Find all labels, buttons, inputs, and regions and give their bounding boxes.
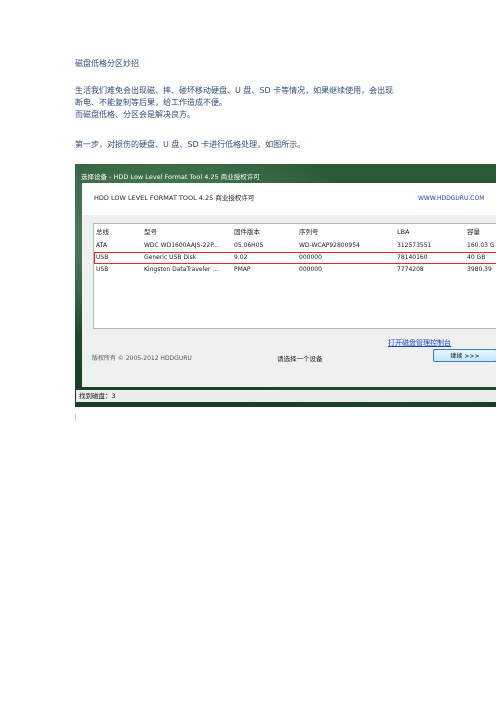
table-cell: USB xyxy=(96,266,109,273)
table-cell: WD-WCAP92800954 xyxy=(299,242,360,249)
dialog-header: HDD LOW LEVEL FORMAT TOOL 4.25 商业授权许可 WW… xyxy=(82,183,496,215)
embedded-screenshot: 选择设备 - HDD Low Level Format Tool 4.25 商业… xyxy=(75,164,496,407)
column-header-serial: 序列号 xyxy=(299,228,319,236)
table-cell: 000000 xyxy=(299,254,322,261)
table-row-selected[interactable]: USB Generic USB Disk 9.02 000000 7814016… xyxy=(94,252,496,264)
device-table: 总线 型号 固件版本 序列号 LBA 容量 ATA WDC WD1600AAJS… xyxy=(93,223,496,329)
page: { "document": { "title": "磁盘低格分区妙招", "in… xyxy=(0,0,496,702)
app-title: HDD LOW LEVEL FORMAT TOOL 4.25 商业授权许可 xyxy=(94,194,255,202)
window-title: 选择设备 - HDD Low Level Format Tool 4.25 商业… xyxy=(81,173,260,181)
table-cell: 7774208 xyxy=(397,266,424,273)
column-header-model: 型号 xyxy=(144,228,157,236)
status-text: 找到磁盘：3 xyxy=(79,392,116,400)
intro-paragraph: 生活我们难免会出现磁、摔、碰坏移动硬盘、U 盘、SD 卡等情况，如果继续使用，会… xyxy=(75,85,393,121)
table-cell: 78140160 xyxy=(397,254,428,261)
disk-management-console-link[interactable]: 打开磁盘管理控制台 xyxy=(388,338,451,348)
column-header-bus: 总线 xyxy=(96,228,109,236)
continue-button[interactable]: 继续 >>> xyxy=(433,349,496,362)
table-cell: 9.02 xyxy=(234,254,248,261)
column-header-capacity: 容量 xyxy=(467,228,480,236)
status-bar: 找到磁盘：3 xyxy=(76,390,496,402)
table-cell: 312573551 xyxy=(397,242,432,249)
table-cell: 3980.39 xyxy=(467,266,492,273)
brand-link[interactable]: WWW.HDDGURU.COM xyxy=(418,195,484,202)
dialog-body: HDD LOW LEVEL FORMAT TOOL 4.25 商业授权许可 WW… xyxy=(82,183,496,387)
table-cell: WDC WD1600AAJS-22P... xyxy=(144,242,219,249)
copyright-text: 版权所有 © 2005-2012 HDDGURU xyxy=(92,355,192,362)
table-row[interactable]: ATA WDC WD1600AAJS-22P... 05.06H05 WD-WC… xyxy=(94,240,496,252)
table-cell: 40 GB xyxy=(467,254,486,261)
table-cell: 05.06H05 xyxy=(234,242,264,249)
table-cell: Generic USB Disk xyxy=(144,254,197,261)
document-title: 磁盘低格分区妙招 xyxy=(75,59,139,68)
table-row[interactable]: USB Kingston DataTraveler ... PMAP 00000… xyxy=(94,264,496,276)
text-cursor-mark xyxy=(75,414,76,421)
step-one-paragraph: 第一步，对损伤的硬盘、U 盘、SD 卡进行低格处理，如图所示。 xyxy=(75,140,306,149)
table-cell: PMAP xyxy=(234,266,251,273)
intro-line: 生活我们难免会出现磁、摔、碰坏移动硬盘、U 盘、SD 卡等情况，如果继续使用，会… xyxy=(75,86,394,95)
table-cell: Kingston DataTraveler ... xyxy=(144,266,219,273)
select-device-prompt: 请选择一个设备 xyxy=(277,355,323,363)
table-cell: 000000 xyxy=(299,266,322,273)
table-header: 总线 型号 固件版本 序列号 LBA 容量 xyxy=(94,226,496,238)
table-cell: USB xyxy=(96,254,109,261)
table-cell: ATA xyxy=(96,242,107,249)
column-header-lba: LBA xyxy=(397,228,410,236)
table-cell: 160.03 G xyxy=(467,242,495,249)
intro-line: 断电、不能复制等后果，给工作造成不便。 xyxy=(75,98,227,107)
column-header-firmware: 固件版本 xyxy=(234,228,260,236)
intro-line: 而磁盘低格、分区会是解决良方。 xyxy=(75,110,195,119)
